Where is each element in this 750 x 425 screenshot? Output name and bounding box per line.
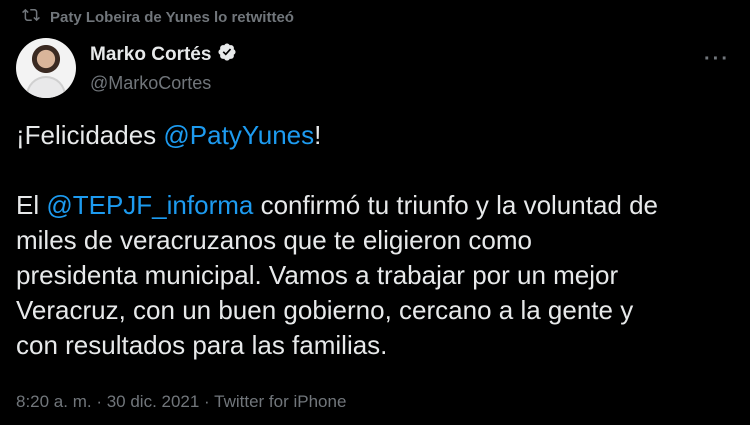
more-options-icon[interactable]: ··· <box>704 48 730 71</box>
author-handle[interactable]: @MarkoCortes <box>90 73 237 94</box>
author-name[interactable]: Marko Cortés <box>90 44 211 66</box>
tweet-line: El @TEPJF_informa confirmó tu triunfo y … <box>16 190 659 220</box>
tweet-line: Veracruz, con un buen gobierno, cercano … <box>16 295 634 325</box>
mention-link[interactable]: @PatyYunes <box>163 120 314 150</box>
tweet-line: con resultados para las familias. <box>16 330 388 360</box>
tweet-line: presidenta municipal. Vamos a trabajar p… <box>16 260 619 290</box>
tweet-header: Marko Cortés @MarkoCortes <box>16 38 237 98</box>
tweet-line: miles de veracruzanos que te eligieron c… <box>16 225 532 255</box>
tweet-timestamp[interactable]: 8:20 a. m. · 30 dic. 2021 · Twitter for … <box>16 392 346 412</box>
author-info: Marko Cortés @MarkoCortes <box>90 42 237 94</box>
retweet-indicator[interactable]: Paty Lobeira de Yunes lo retwitteó <box>22 6 294 28</box>
retweet-icon <box>22 6 40 28</box>
retweet-text: Paty Lobeira de Yunes lo retwitteó <box>50 8 294 26</box>
tweet-body: ¡Felicidades @PatyYunes! El @TEPJF_infor… <box>16 118 736 363</box>
verified-badge-icon <box>217 42 237 67</box>
mention-link[interactable]: @TEPJF_informa <box>46 190 253 220</box>
tweet-greeting: ¡Felicidades @PatyYunes! <box>16 120 322 150</box>
avatar[interactable] <box>16 38 76 98</box>
